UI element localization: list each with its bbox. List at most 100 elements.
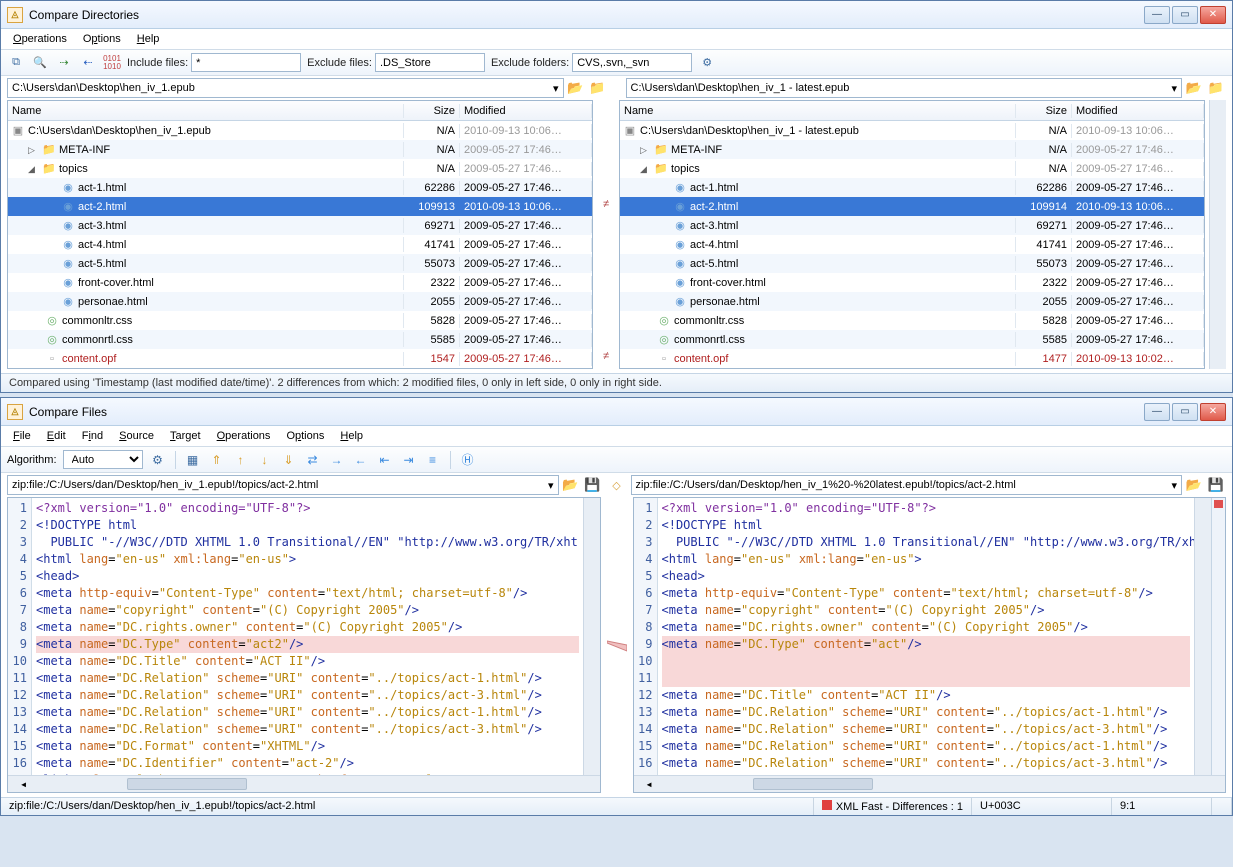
table-row[interactable]: ◉act-1.html622862009-05-27 17:46…	[620, 178, 1204, 197]
menu-help[interactable]: Help	[334, 428, 369, 444]
left-file-path[interactable]: zip:file:/C:/Users/dan/Desktop/hen_iv_1.…	[7, 475, 559, 495]
right-vscroll[interactable]	[1194, 498, 1211, 775]
table-row[interactable]: ◉front-cover.html23222009-05-27 17:46…	[8, 273, 592, 292]
right-browse-icon[interactable]: 📂	[1184, 475, 1204, 495]
table-row[interactable]: ◉personae.html20552009-05-27 17:46…	[8, 292, 592, 311]
copy-all-right-icon[interactable]: ⇥	[400, 451, 418, 469]
settings-icon[interactable]: ⚙	[698, 54, 716, 72]
table-row[interactable]: ▫content.opf15472009-05-27 17:46…	[8, 349, 592, 368]
settings-icon[interactable]: ⚙	[149, 451, 167, 469]
table-row[interactable]: ▷📁META-INFN/A2009-05-27 17:46…	[8, 140, 592, 159]
table-row[interactable]: ▷📁META-INFN/A2009-05-27 17:46…	[620, 140, 1204, 159]
compare-icon[interactable]: ⧉	[7, 54, 25, 72]
right-browse-icon[interactable]: 📂	[1184, 78, 1204, 98]
table-row[interactable]: ◉personae.html20552009-05-27 17:46…	[620, 292, 1204, 311]
table-row[interactable]: ◉front-cover.html23222009-05-27 17:46…	[620, 273, 1204, 292]
expand-icon[interactable]: ▷	[640, 145, 651, 156]
table-row[interactable]: ◢📁topicsN/A2009-05-27 17:46…	[8, 159, 592, 178]
menu-options[interactable]: Options	[77, 31, 127, 47]
history-icon[interactable]: Ⓗ	[459, 451, 477, 469]
left-code-pane[interactable]: 1234567891011121314151617 <?xml version=…	[7, 497, 601, 793]
col-name[interactable]: Name	[8, 104, 404, 118]
expand-icon[interactable]: ▷	[28, 145, 39, 156]
menu-source[interactable]: Source	[113, 428, 160, 444]
table-row[interactable]: ◎commonltr.css58282009-05-27 17:46…	[620, 311, 1204, 330]
table-row[interactable]: ◎commonrtl.css55852009-05-27 17:46…	[8, 330, 592, 349]
overview-ruler[interactable]	[1211, 498, 1225, 775]
menu-edit[interactable]: Edit	[41, 428, 72, 444]
table-row[interactable]: ◉act-3.html692712009-05-27 17:46…	[620, 216, 1204, 235]
vertical-scrollbar[interactable]	[1209, 100, 1226, 369]
right-up-icon[interactable]: 📁	[1206, 78, 1226, 98]
next-diff-icon[interactable]: ↓	[256, 451, 274, 469]
titlebar[interactable]: ◬ Compare Directories — ▭ ✕	[1, 1, 1232, 29]
algorithm-select[interactable]: Auto	[63, 450, 143, 469]
menu-options[interactable]: Options	[280, 428, 330, 444]
table-row[interactable]: ▣C:\Users\dan\Desktop\hen_iv_1.epubN/A20…	[8, 121, 592, 140]
css-icon: ◎	[656, 333, 672, 346]
table-row[interactable]: ◉act-3.html692712009-05-27 17:46…	[8, 216, 592, 235]
merge-icon[interactable]: ≡	[424, 451, 442, 469]
copy-right-icon[interactable]: →	[328, 451, 346, 469]
right-path-input[interactable]: C:\Users\dan\Desktop\hen_iv_1 - latest.e…	[626, 78, 1183, 98]
status-grip	[1212, 798, 1232, 815]
close-button[interactable]: ✕	[1200, 403, 1226, 421]
table-row[interactable]: ◢📁topicsN/A2009-05-27 17:46…	[620, 159, 1204, 178]
menu-find[interactable]: Find	[76, 428, 109, 444]
right-save-icon[interactable]: 💾	[1206, 475, 1226, 495]
menu-file[interactable]: File	[7, 428, 37, 444]
col-size[interactable]: Size	[404, 104, 460, 118]
copy-left-right-icon[interactable]: ⇄	[304, 451, 322, 469]
minimize-button[interactable]: —	[1144, 6, 1170, 24]
expand-icon[interactable]: ◢	[28, 164, 39, 175]
left-save-icon[interactable]: 💾	[583, 475, 603, 495]
col-modified[interactable]: Modified	[460, 104, 592, 118]
refresh-icon[interactable]: 🔍	[31, 54, 49, 72]
table-row[interactable]: ◉act-5.html550732009-05-27 17:46…	[8, 254, 592, 273]
binary-icon[interactable]: 01011010	[103, 54, 121, 72]
left-browse-icon[interactable]: 📂	[566, 78, 586, 98]
table-row[interactable]: ◉act-2.html1099132010-09-13 10:06…	[8, 197, 592, 216]
diff-icon[interactable]: ▦	[184, 451, 202, 469]
left-vscroll[interactable]	[583, 498, 600, 775]
exclude-files-input[interactable]	[375, 53, 485, 72]
copy-left-icon[interactable]: ⇢	[55, 54, 73, 72]
maximize-button[interactable]: ▭	[1172, 403, 1198, 421]
left-hscroll[interactable]: ◂	[8, 775, 600, 792]
menu-operations[interactable]: Operations	[7, 31, 73, 47]
left-up-icon[interactable]: 📁	[588, 78, 608, 98]
copy-left-icon[interactable]: ←	[352, 451, 370, 469]
col-modified[interactable]: Modified	[1072, 104, 1204, 118]
left-browse-icon[interactable]: 📂	[561, 475, 581, 495]
minimize-button[interactable]: —	[1144, 403, 1170, 421]
table-row[interactable]: ◉act-5.html550732009-05-27 17:46…	[620, 254, 1204, 273]
table-row[interactable]: ◉act-1.html622862009-05-27 17:46…	[8, 178, 592, 197]
menu-operations[interactable]: Operations	[211, 428, 277, 444]
right-file-path[interactable]: zip:file:/C:/Users/dan/Desktop/hen_iv_1%…	[631, 475, 1183, 495]
right-code-pane[interactable]: 1234567891011121314151617 <?xml version=…	[633, 497, 1227, 793]
table-row[interactable]: ◎commonltr.css58282009-05-27 17:46…	[8, 311, 592, 330]
table-row[interactable]: ◉act-4.html417412009-05-27 17:46…	[620, 235, 1204, 254]
copy-all-left-icon[interactable]: ⇤	[376, 451, 394, 469]
table-row[interactable]: ◎commonrtl.css55852009-05-27 17:46…	[620, 330, 1204, 349]
prev-diff-icon[interactable]: ↑	[232, 451, 250, 469]
copy-right-icon[interactable]: ⇠	[79, 54, 97, 72]
table-row[interactable]: ◉act-4.html417412009-05-27 17:46…	[8, 235, 592, 254]
last-diff-icon[interactable]: ⇓	[280, 451, 298, 469]
menu-target[interactable]: Target	[164, 428, 207, 444]
maximize-button[interactable]: ▭	[1172, 6, 1198, 24]
exclude-folders-input[interactable]	[572, 53, 692, 72]
include-files-input[interactable]	[191, 53, 301, 72]
table-row[interactable]: ◉act-2.html1099142010-09-13 10:06…	[620, 197, 1204, 216]
titlebar[interactable]: ◬ Compare Files — ▭ ✕	[1, 398, 1232, 426]
right-hscroll[interactable]: ◂	[634, 775, 1226, 792]
col-size[interactable]: Size	[1016, 104, 1072, 118]
table-row[interactable]: ▣C:\Users\dan\Desktop\hen_iv_1 - latest.…	[620, 121, 1204, 140]
col-name[interactable]: Name	[620, 104, 1016, 118]
close-button[interactable]: ✕	[1200, 6, 1226, 24]
expand-icon[interactable]: ◢	[640, 164, 651, 175]
first-diff-icon[interactable]: ⇑	[208, 451, 226, 469]
menu-help[interactable]: Help	[131, 31, 166, 47]
table-row[interactable]: ▫content.opf14772010-09-13 10:02…	[620, 349, 1204, 368]
left-path-input[interactable]: C:\Users\dan\Desktop\hen_iv_1.epub▾	[7, 78, 564, 98]
